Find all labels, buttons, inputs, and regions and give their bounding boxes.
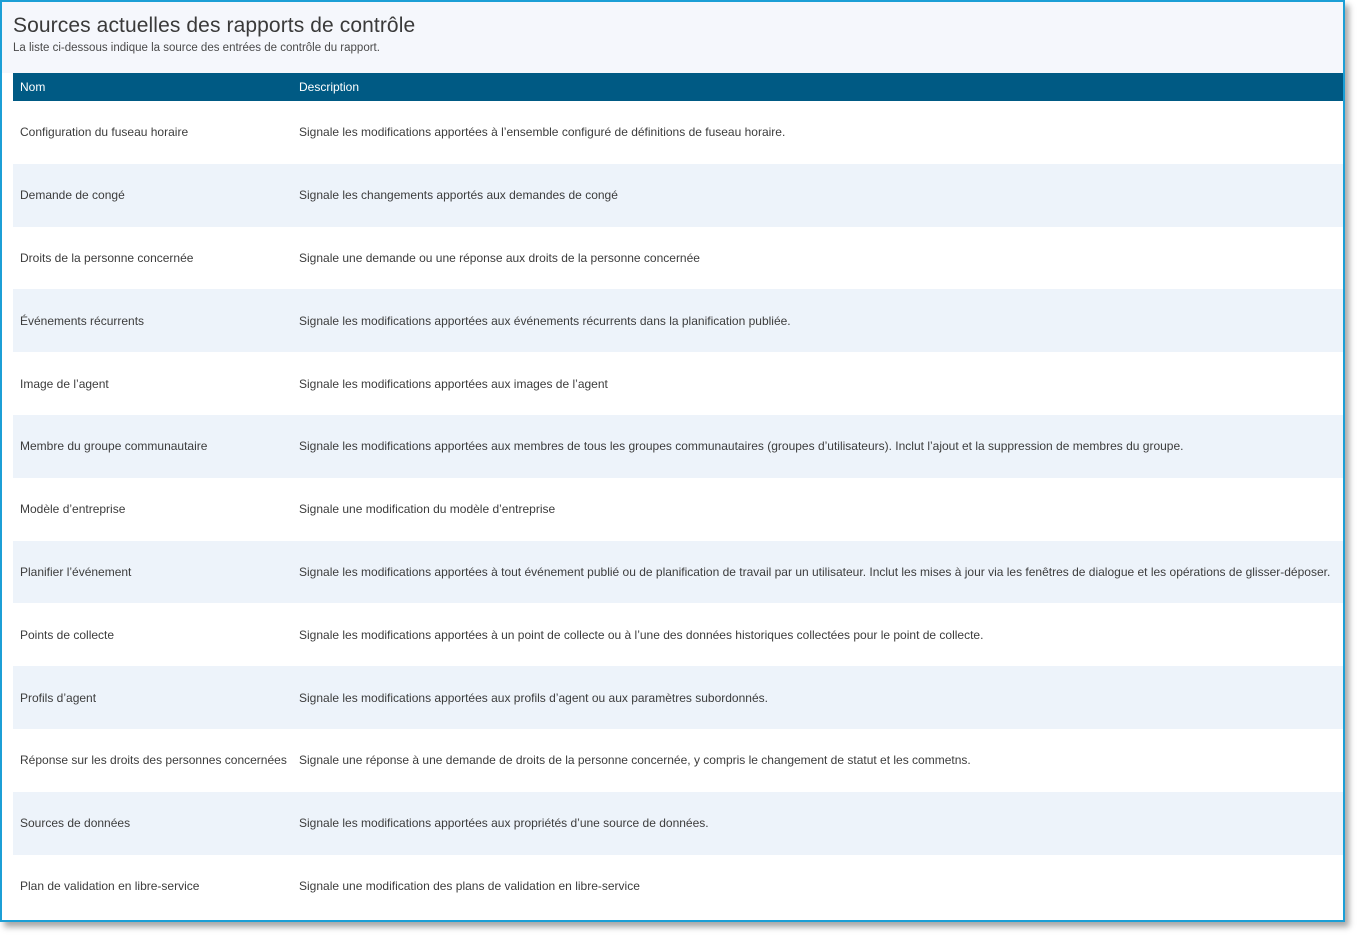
table-body: Configuration du fuseau horaire Signale … — [13, 101, 1343, 918]
table-row[interactable]: Planifier l’événement Signale les modifi… — [13, 540, 1343, 604]
row-name-cell: Demande de congé — [20, 188, 125, 203]
table-row[interactable]: Plan de validation en libre-service Sign… — [13, 854, 1343, 918]
row-name-cell: Profils d’agent — [20, 690, 97, 705]
row-description-cell: Signale une modification des plans de va… — [299, 878, 640, 893]
row-description-cell: Signale les modifications apportées à un… — [299, 627, 984, 642]
row-name-cell: Sources de données — [20, 816, 131, 831]
row-description-cell: Signale les modifications apportées aux … — [299, 376, 608, 391]
row-description-cell: Signale une réponse à une demande de dro… — [299, 753, 971, 768]
row-description-cell: Signale les modifications apportées aux … — [299, 690, 768, 705]
table-row[interactable]: Points de collecte Signale les modificat… — [13, 603, 1343, 667]
table-row[interactable]: Réponse sur les droits des personnes con… — [13, 728, 1343, 792]
row-name-cell: Points de collecte — [20, 627, 115, 642]
report-sources-panel: Sources actuelles des rapports de contrô… — [0, 0, 1345, 922]
row-description-cell: Signale les modifications apportées aux … — [299, 439, 1184, 454]
row-name-cell: Modèle d’entreprise — [20, 502, 126, 517]
sources-table: Nom Description Configuration du fuseau … — [13, 73, 1343, 918]
row-description-cell: Signale les changements apportés aux dem… — [299, 188, 618, 203]
table-row[interactable]: Droits de la personne concernée Signale … — [13, 226, 1343, 290]
row-description-cell: Signale les modifications apportées aux … — [299, 816, 709, 831]
row-description-cell: Signale une demande ou une réponse aux d… — [299, 250, 700, 265]
table-row[interactable]: Modèle d’entreprise Signale une modifica… — [13, 477, 1343, 541]
page-title: Sources actuelles des rapports de contrô… — [13, 14, 416, 37]
table-row[interactable]: Profils d’agent Signale les modification… — [13, 666, 1343, 729]
row-name-cell: Plan de validation en libre-service — [20, 878, 200, 893]
row-description-cell: Signale les modifications apportées aux … — [299, 313, 791, 328]
column-header-description[interactable]: Description — [292, 73, 1343, 101]
row-name-cell: Réponse sur les droits des personnes con… — [20, 753, 287, 768]
page-header: Sources actuelles des rapports de contrô… — [2, 2, 1343, 73]
table-row[interactable]: Demande de congé Signale les changements… — [13, 163, 1343, 227]
row-name-cell: Membre du groupe communautaire — [20, 439, 208, 454]
row-name-cell: Image de l’agent — [20, 376, 109, 391]
row-name-cell: Configuration du fuseau horaire — [20, 125, 189, 140]
table-header-row: Nom Description — [13, 73, 1343, 101]
row-description-cell: Signale une modification du modèle d’ent… — [299, 502, 556, 517]
table-row[interactable]: Configuration du fuseau horaire Signale … — [13, 101, 1343, 164]
row-description-cell: Signale les modifications apportées à to… — [299, 564, 1331, 579]
sources-table-container: Nom Description Configuration du fuseau … — [13, 73, 1343, 918]
row-description-cell: Signale les modifications apportées à l’… — [299, 125, 786, 140]
table-row[interactable]: Événements récurrents Signale les modifi… — [13, 289, 1343, 353]
row-name-cell: Planifier l’événement — [20, 564, 132, 579]
row-name-cell: Événements récurrents — [20, 313, 145, 328]
table-row[interactable]: Sources de données Signale les modificat… — [13, 791, 1343, 855]
row-name-cell: Droits de la personne concernée — [20, 250, 194, 265]
table-header: Nom Description — [13, 73, 1343, 101]
column-header-name[interactable]: Nom — [13, 73, 292, 101]
table-row[interactable]: Membre du groupe communautaire Signale l… — [13, 414, 1343, 478]
page-subtitle: La liste ci-dessous indique la source de… — [13, 42, 380, 54]
table-row[interactable]: Image de l’agent Signale les modificatio… — [13, 352, 1343, 415]
